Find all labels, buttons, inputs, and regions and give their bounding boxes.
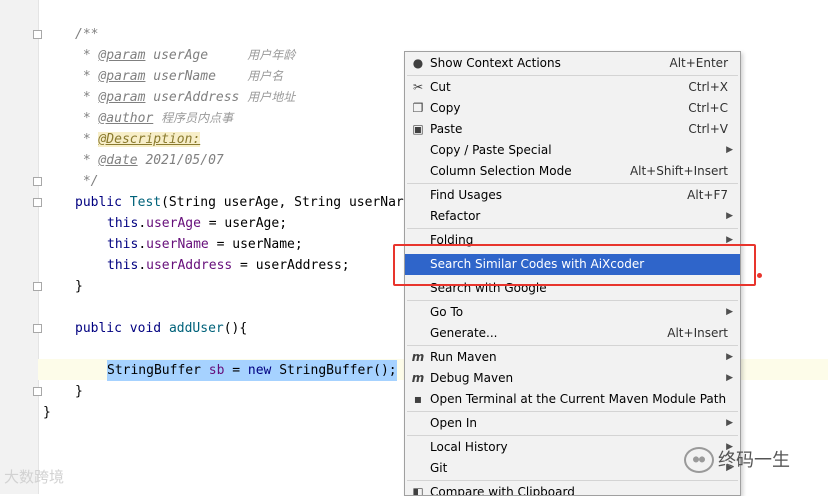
wechat-icon: ●● — [684, 447, 714, 473]
menu-item-open-terminal-maven-module[interactable]: ▪ Open Terminal at the Current Maven Modu… — [405, 389, 740, 410]
lightbulb-icon: ● — [412, 56, 424, 70]
code-line-method: public void addUser(){ — [75, 321, 248, 336]
maven-icon: m — [411, 350, 425, 364]
code-line-param-age: * @param userAge 用户年龄 — [75, 48, 296, 63]
code-line-param-address: * @param userAddress 用户地址 — [75, 90, 296, 105]
menu-item-copy[interactable]: ❐ Copy Ctrl+C — [405, 98, 740, 119]
menu-item-show-context-actions[interactable]: ● Show Context Actions Alt+Enter — [405, 53, 740, 74]
code-line-class-close: } — [43, 405, 51, 420]
menu-separator — [407, 480, 738, 481]
menu-separator — [407, 300, 738, 301]
menu-separator — [407, 75, 738, 76]
submenu-arrow-icon: ▶ — [726, 352, 733, 362]
maven-icon: m — [411, 371, 425, 385]
annotation-highlight-box — [393, 244, 756, 286]
code-line-author: * @author 程序员内点事 — [75, 111, 234, 126]
scissors-icon: ✂ — [412, 80, 424, 94]
menu-item-go-to[interactable]: Go To ▶ — [405, 302, 740, 323]
fold-marker[interactable] — [33, 324, 42, 333]
menu-separator — [407, 435, 738, 436]
menu-separator — [407, 228, 738, 229]
watermark-left: 大数跨境 — [4, 468, 65, 486]
submenu-arrow-icon: ▶ — [726, 145, 733, 155]
menu-item-generate[interactable]: Generate... Alt+Insert — [405, 323, 740, 344]
submenu-arrow-icon: ▶ — [726, 418, 733, 428]
watermark-right: ●● 终码一生 — [684, 444, 824, 474]
code-line-constructor: public Test(String userAge, String userN… — [75, 195, 404, 210]
menu-separator — [407, 183, 738, 184]
code-line-doc-open: /** — [75, 27, 99, 42]
code-line-method-close: } — [75, 384, 83, 399]
fold-marker[interactable] — [33, 30, 42, 39]
selected-code[interactable]: StringBuffer sb = new StringBuffer(); — [107, 360, 397, 381]
fold-marker[interactable] — [33, 387, 42, 396]
menu-item-copy-paste-special[interactable]: Copy / Paste Special ▶ — [405, 140, 740, 161]
code-line-param-name: * @param userName 用户名 — [75, 69, 284, 84]
menu-item-open-in[interactable]: Open In ▶ — [405, 413, 740, 434]
menu-item-refactor[interactable]: Refactor ▶ — [405, 206, 740, 227]
fold-marker[interactable] — [33, 198, 42, 207]
fold-marker[interactable] — [33, 177, 42, 186]
code-line-description: * @Description: — [75, 132, 201, 147]
editor-gutter — [0, 0, 42, 494]
menu-separator — [407, 411, 738, 412]
code-line-assign-age: this.userAge = userAge; — [107, 216, 288, 231]
code-line-date: * @date 2021/05/07 — [75, 153, 224, 168]
clipboard-icon: ▣ — [412, 122, 424, 136]
code-line-constructor-close: } — [75, 279, 83, 294]
menu-item-find-usages[interactable]: Find Usages Alt+F7 — [405, 185, 740, 206]
code-line-doc-close: */ — [75, 174, 99, 189]
menu-item-run-maven[interactable]: m Run Maven ▶ — [405, 347, 740, 368]
code-line-assign-name: this.userName = userName; — [107, 237, 303, 252]
menu-separator — [407, 345, 738, 346]
menu-item-cut[interactable]: ✂ Cut Ctrl+X — [405, 77, 740, 98]
watermark-right-text: 终码一生 — [718, 450, 790, 471]
submenu-arrow-icon: ▶ — [726, 211, 733, 221]
menu-item-debug-maven[interactable]: m Debug Maven ▶ — [405, 368, 740, 389]
code-line-assign-address: this.userAddress = userAddress; — [107, 258, 350, 273]
menu-item-column-selection-mode[interactable]: Column Selection Mode Alt+Shift+Insert — [405, 161, 740, 182]
fold-marker[interactable] — [33, 282, 42, 291]
submenu-arrow-icon: ▶ — [726, 373, 733, 383]
menu-item-paste[interactable]: ▣ Paste Ctrl+V — [405, 119, 740, 140]
copy-icon: ❐ — [412, 101, 424, 115]
submenu-arrow-icon: ▶ — [726, 307, 733, 317]
terminal-icon: ▪ — [413, 392, 423, 406]
annotation-dot — [757, 273, 762, 278]
